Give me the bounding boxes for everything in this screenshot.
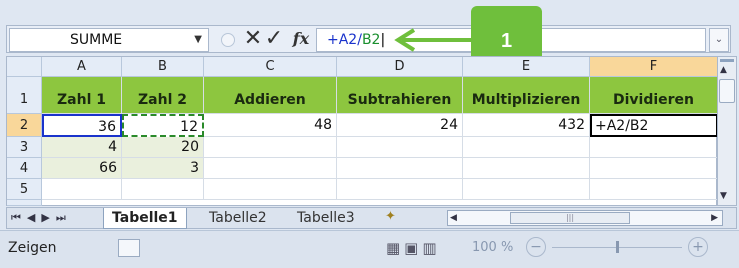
cell-b3[interactable]: 20 bbox=[122, 137, 204, 158]
insert-sheet-icon[interactable]: ✦ bbox=[385, 209, 396, 224]
scroll-up-icon[interactable]: ▲ bbox=[720, 65, 727, 75]
cell-d5[interactable] bbox=[337, 179, 463, 200]
callout-arrow-icon bbox=[394, 28, 472, 52]
cell-d1[interactable]: Subtrahieren bbox=[337, 77, 463, 114]
tab-tabelle3[interactable]: Tabelle3 bbox=[289, 208, 363, 229]
column-header-b[interactable]: B bbox=[122, 57, 204, 77]
name-box[interactable]: SUMME ▼ bbox=[9, 28, 209, 52]
enter-button[interactable]: ✓ bbox=[264, 26, 284, 52]
scroll-left-icon[interactable]: ◀ bbox=[450, 211, 457, 225]
chevron-down-icon[interactable]: ▼ bbox=[194, 29, 202, 51]
column-header-f[interactable]: F bbox=[590, 57, 718, 77]
cell-f5[interactable] bbox=[590, 179, 718, 200]
column-header-c[interactable]: C bbox=[204, 57, 337, 77]
zoom-out-button[interactable]: − bbox=[526, 237, 546, 257]
sheet-tabs-bar: ⏮◀▶⏭ Tabelle1 Tabelle2 Tabelle3 ✦ ◀ ||| … bbox=[6, 207, 737, 229]
row-header-5[interactable]: 5 bbox=[7, 179, 42, 200]
cell-c2[interactable]: 48 bbox=[204, 114, 337, 137]
cell-e3[interactable] bbox=[463, 137, 590, 158]
cell-e5[interactable] bbox=[463, 179, 590, 200]
cell-f4[interactable] bbox=[590, 158, 718, 179]
row-header-3[interactable]: 3 bbox=[7, 137, 42, 158]
name-box-value: SUMME bbox=[70, 32, 123, 48]
cell-a3[interactable]: 4 bbox=[42, 137, 122, 158]
formula-bar: SUMME ▼ ✕ ✓ fx +A2/B2| ⌄ bbox=[6, 25, 731, 53]
cell-a4[interactable]: 66 bbox=[42, 158, 122, 179]
cell-a5[interactable] bbox=[42, 179, 122, 200]
vertical-scrollbar[interactable]: ▲ ▼ bbox=[717, 56, 737, 206]
cell-c3[interactable] bbox=[204, 137, 337, 158]
zoom-level[interactable]: 100 % bbox=[472, 240, 513, 255]
cell-d3[interactable] bbox=[337, 137, 463, 158]
cell-d2[interactable]: 24 bbox=[337, 114, 463, 137]
tab-tabelle2[interactable]: Tabelle2 bbox=[201, 208, 275, 229]
cell-f2[interactable]: +A2/B2 bbox=[590, 114, 718, 137]
formula-bar-resize-handle[interactable] bbox=[221, 33, 235, 47]
cell-e4[interactable] bbox=[463, 158, 590, 179]
column-header-d[interactable]: D bbox=[337, 57, 463, 77]
cell-e1[interactable]: Multiplizieren bbox=[463, 77, 590, 114]
row-header-6[interactable] bbox=[7, 200, 42, 206]
scroll-down-icon[interactable]: ▼ bbox=[720, 191, 727, 201]
select-all-corner[interactable] bbox=[7, 57, 42, 77]
row-header-4[interactable]: 4 bbox=[7, 158, 42, 179]
sheet-nav-icons[interactable]: ⏮◀▶⏭ bbox=[11, 209, 72, 227]
cell-b1[interactable]: Zahl 2 bbox=[122, 77, 204, 114]
cell-b4[interactable]: 3 bbox=[122, 158, 204, 179]
excel-window: SUMME ▼ ✕ ✓ fx +A2/B2| ⌄ 1 A B C D E F 1… bbox=[0, 0, 739, 268]
column-header-a[interactable]: A bbox=[42, 57, 122, 77]
cell-d4[interactable] bbox=[337, 158, 463, 179]
macro-record-icon[interactable] bbox=[118, 239, 140, 257]
row-header-2[interactable]: 2 bbox=[7, 114, 42, 137]
h-scroll-thumb[interactable]: ||| bbox=[510, 212, 630, 224]
cell-f1[interactable]: Dividieren bbox=[590, 77, 718, 114]
scroll-right-icon[interactable]: ▶ bbox=[711, 211, 718, 225]
cell-a2[interactable]: 36 bbox=[42, 114, 122, 137]
formula-reference: B2 bbox=[361, 32, 381, 48]
tab-tabelle1[interactable]: Tabelle1 bbox=[103, 208, 187, 229]
cell-b2[interactable]: 12 bbox=[122, 114, 204, 137]
cell-c1[interactable]: Addieren bbox=[204, 77, 337, 114]
view-buttons-icon[interactable]: ▦▣▥ bbox=[386, 239, 441, 257]
horizontal-scrollbar[interactable]: ◀ ||| ▶ bbox=[447, 210, 723, 226]
column-header-e[interactable]: E bbox=[463, 57, 590, 77]
split-handle[interactable] bbox=[720, 59, 734, 62]
zoom-slider-thumb[interactable] bbox=[616, 241, 619, 253]
status-mode: Zeigen bbox=[8, 240, 57, 256]
cell-f3[interactable] bbox=[590, 137, 718, 158]
row-header-1[interactable]: 1 bbox=[7, 77, 42, 114]
cell-e2[interactable]: 432 bbox=[463, 114, 590, 137]
expand-formula-bar-button[interactable]: ⌄ bbox=[709, 28, 729, 52]
cell-a1[interactable]: Zahl 1 bbox=[42, 77, 122, 114]
zoom-in-button[interactable]: + bbox=[688, 237, 708, 257]
cancel-button[interactable]: ✕ bbox=[243, 26, 263, 52]
insert-function-button[interactable]: fx bbox=[288, 26, 314, 52]
cell-c5[interactable] bbox=[204, 179, 337, 200]
cell-b5[interactable] bbox=[122, 179, 204, 200]
status-bar: Zeigen ▦▣▥ 100 % − + bbox=[0, 230, 739, 268]
spreadsheet-grid: A B C D E F 1 2 3 4 5 Zahl 1 Zahl 2 Addi… bbox=[6, 56, 718, 206]
formula-text: +A2/ bbox=[327, 32, 362, 48]
scroll-thumb[interactable] bbox=[719, 79, 735, 103]
cell-c4[interactable] bbox=[204, 158, 337, 179]
